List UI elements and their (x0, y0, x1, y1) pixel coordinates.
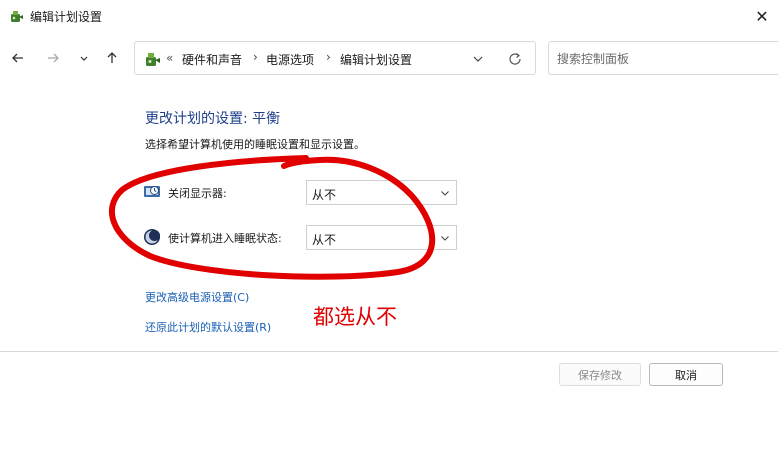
recent-locations-button[interactable] (72, 46, 96, 70)
breadcrumb-separator-icon[interactable]: › (326, 50, 331, 64)
forward-arrow-icon (48, 53, 59, 63)
display-timer-icon (144, 186, 160, 197)
sleep-select[interactable]: 从不 (306, 225, 457, 250)
address-overflow-icon[interactable]: « (166, 51, 173, 65)
breadcrumb-power-options[interactable]: 电源选项 (266, 51, 314, 68)
sleep-moon-icon (144, 229, 160, 245)
advanced-power-settings-link[interactable]: 更改高级电源设置(C) (145, 289, 249, 305)
restore-defaults-link[interactable]: 还原此计划的默认设置(R) (145, 319, 271, 335)
window-title: 编辑计划设置 (30, 10, 103, 24)
breadcrumb-edit-plan[interactable]: 编辑计划设置 (340, 51, 412, 68)
breadcrumb-separator-icon[interactable]: › (253, 50, 258, 64)
close-icon: ✕ (755, 6, 769, 26)
up-button[interactable] (100, 46, 124, 70)
footer-divider (0, 351, 778, 352)
cancel-button[interactable]: 取消 (649, 363, 723, 386)
chevron-down-icon (441, 191, 449, 196)
turn-off-display-value: 从不 (312, 188, 337, 202)
save-changes-button[interactable]: 保存修改 (559, 363, 641, 386)
chevron-down-icon (441, 236, 449, 241)
close-button[interactable]: ✕ (746, 0, 778, 32)
back-arrow-icon (12, 53, 23, 63)
breadcrumb-hardware-sound[interactable]: 硬件和声音 (182, 51, 242, 68)
sleep-value: 从不 (312, 233, 337, 247)
back-button[interactable] (6, 46, 30, 70)
setting-row-sleep: 使计算机进入睡眠状态: 从不 (143, 225, 463, 251)
power-options-icon (146, 53, 160, 66)
search-box[interactable] (548, 41, 778, 75)
search-input[interactable] (557, 49, 767, 69)
turn-off-display-select[interactable]: 从不 (306, 180, 457, 205)
title-bar: 编辑计划设置 ✕ (0, 0, 778, 32)
power-options-icon (11, 11, 23, 22)
address-bar[interactable]: « 硬件和声音 › 电源选项 › 编辑计划设置 (134, 41, 536, 75)
sleep-label: 使计算机进入睡眠状态: (168, 232, 282, 245)
page-description: 选择希望计算机使用的睡眠设置和显示设置。 (145, 138, 365, 151)
refresh-icon[interactable] (507, 51, 523, 67)
recent-chevron-icon (80, 56, 88, 61)
setting-row-turn-off-display: 关闭显示器: 从不 (143, 180, 463, 206)
up-arrow-icon (107, 52, 117, 63)
turn-off-display-label: 关闭显示器: (168, 187, 227, 200)
forward-button[interactable] (41, 46, 65, 70)
page-title: 更改计划的设置: 平衡 (145, 111, 281, 127)
annotation-text: 都选从不 (313, 305, 397, 329)
chevron-down-icon[interactable] (471, 52, 485, 66)
